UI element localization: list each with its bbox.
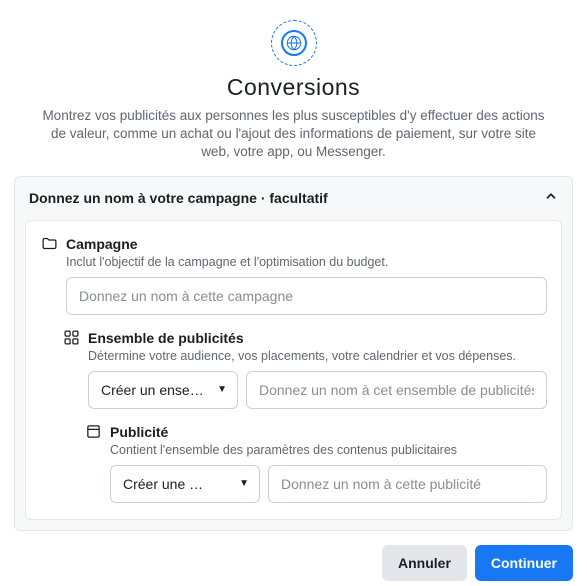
panel-header-toggle[interactable]: Donnez un nom à votre campagne · faculta… (15, 177, 572, 220)
campaign-name-input[interactable] (66, 277, 547, 315)
cancel-button[interactable]: Annuler (382, 545, 467, 581)
grid-icon (62, 329, 80, 347)
campaign-level: Campagne Inclut l'objectif de la campagn… (40, 235, 547, 315)
adset-create-select[interactable]: Créer un ense… ▼ (88, 371, 238, 409)
ad-create-select[interactable]: Créer une … ▼ (110, 465, 260, 503)
panel-body: Campagne Inclut l'objectif de la campagn… (25, 220, 562, 520)
campaign-label: Campagne (66, 236, 138, 252)
caret-down-icon: ▼ (239, 478, 249, 489)
ad-name-input[interactable] (268, 465, 547, 503)
page-title: Conversions (14, 74, 573, 101)
folder-icon (40, 235, 58, 253)
page-description: Montrez vos publicités aux personnes les… (39, 107, 549, 162)
footer-actions: Annuler Continuer (0, 531, 587, 581)
ad-level: Publicité Contient l'ensemble des paramè… (84, 423, 547, 503)
panel-title: Donnez un nom à votre campagne · faculta… (29, 190, 328, 206)
naming-panel: Donnez un nom à votre campagne · faculta… (14, 176, 573, 531)
ad-select-value: Créer une … (123, 476, 203, 492)
conversions-icon (271, 20, 317, 66)
adset-name-input[interactable] (246, 371, 547, 409)
adset-description: Détermine votre audience, vos placements… (88, 349, 547, 363)
adset-select-value: Créer un ense… (101, 382, 204, 398)
adset-label: Ensemble de publicités (88, 330, 244, 346)
continue-button[interactable]: Continuer (475, 545, 573, 581)
adset-level: Ensemble de publicités Détermine votre a… (62, 329, 547, 409)
ad-description: Contient l'ensemble des paramètres des c… (110, 443, 547, 457)
caret-down-icon: ▼ (217, 384, 227, 395)
chevron-up-icon (544, 189, 558, 208)
hero-section: Conversions Montrez vos publicités aux p… (14, 14, 573, 176)
ad-label: Publicité (110, 424, 168, 440)
campaign-description: Inclut l'objectif de la campagne et l'op… (66, 255, 547, 269)
ad-icon (84, 423, 102, 441)
